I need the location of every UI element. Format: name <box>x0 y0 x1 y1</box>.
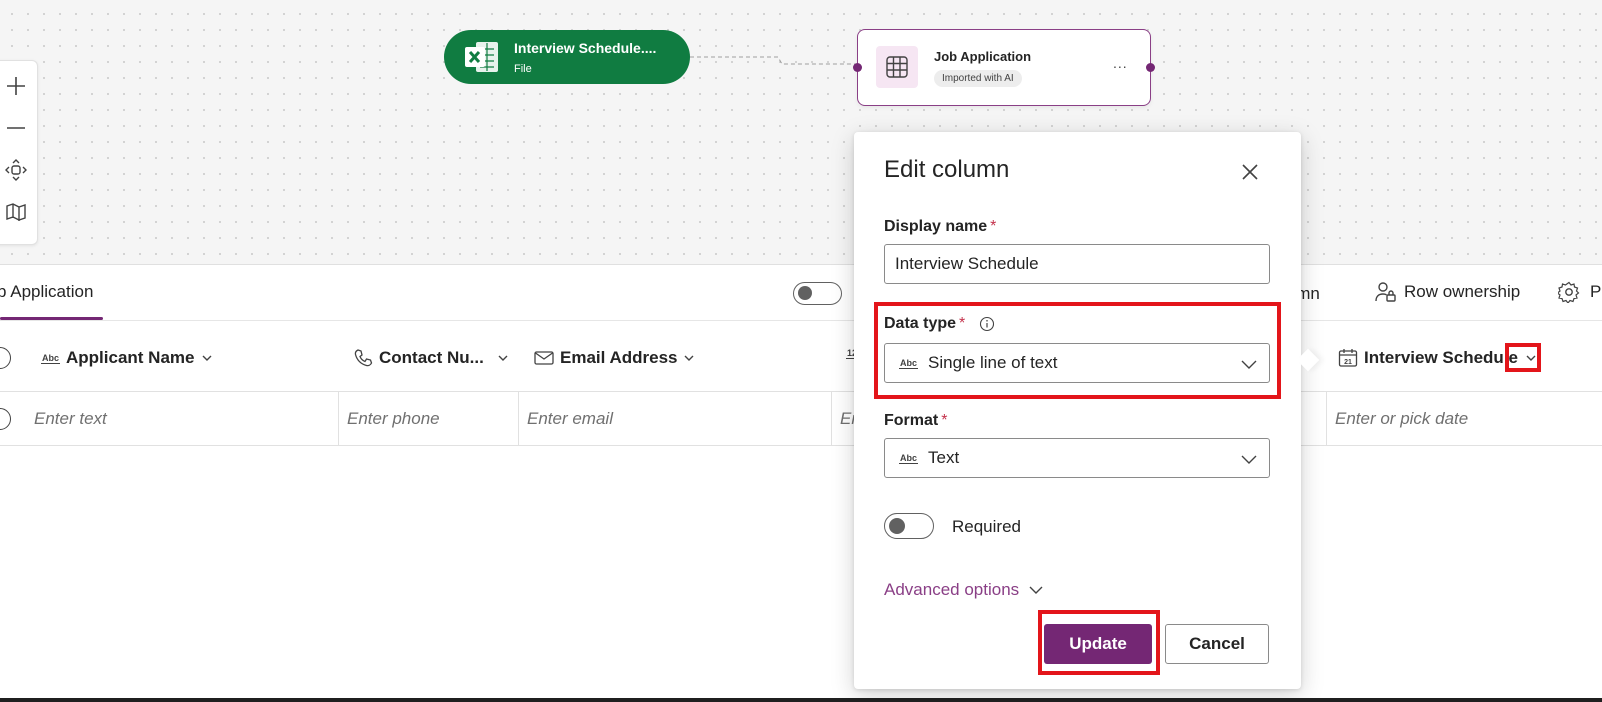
cell-interview-schedule[interactable]: Enter or pick date <box>1327 392 1602 446</box>
chevron-down-icon <box>1029 586 1043 594</box>
chevron-down-icon <box>684 355 694 361</box>
cell-placeholder: Enter email <box>527 409 613 428</box>
highlight-data-type <box>874 302 1281 399</box>
format-label-text: Format <box>884 412 939 429</box>
column-header-email-address[interactable]: Email Address <box>534 348 695 368</box>
svg-text:21: 21 <box>1344 359 1352 366</box>
zoom-toolbar <box>0 60 38 245</box>
close-icon[interactable] <box>1238 160 1262 184</box>
table-grid-icon <box>876 46 918 88</box>
table-toolbar: b Application lumn Row ownership Pr <box>0 266 1602 321</box>
cell-contact-number[interactable]: Enter phone <box>339 392 519 446</box>
highlight-column-chevron <box>1505 343 1541 372</box>
properties-button[interactable]: Pr <box>1558 281 1602 303</box>
chevron-down-icon <box>1241 455 1257 464</box>
active-tab-indicator <box>0 317 103 320</box>
column-header-label: Email Address <box>560 348 678 367</box>
table-header-row: Abc Applicant Name Contact Nu... Email A… <box>0 322 1602 392</box>
text-abc-icon: Abc <box>899 452 919 464</box>
chevron-down-icon <box>202 355 211 361</box>
format-dropdown[interactable]: Abc Text <box>884 438 1270 478</box>
gear-icon <box>1558 281 1580 303</box>
excel-icon <box>465 42 498 72</box>
column-header-label: Applicant Name <box>66 348 195 367</box>
properties-label: Pr <box>1590 282 1602 301</box>
column-header-applicant-name[interactable]: Abc Applicant Name <box>41 348 213 368</box>
table-node[interactable]: Job Application Imported with AI ... <box>853 29 1155 106</box>
display-name-label-text: Display name <box>884 218 988 235</box>
format-label: Format * <box>884 412 947 430</box>
column-header-label: Interview Schedule <box>1364 348 1518 367</box>
file-node-title: Interview Schedule.... <box>514 40 657 56</box>
diagram-canvas[interactable]: Interview Schedule.... File Job Applicat… <box>0 0 1602 265</box>
select-all-radio[interactable] <box>0 347 11 369</box>
column-header-contact-number[interactable]: Contact Nu... <box>353 348 510 368</box>
bottom-edge <box>0 698 1602 702</box>
table-node-title: Job Application <box>934 49 1032 64</box>
calendar-icon: 21 <box>1338 349 1358 367</box>
required-toggle[interactable] <box>884 513 934 539</box>
table-row: Enter text Enter phone Enter email En En… <box>0 392 1602 446</box>
required-label: Required <box>952 517 1021 536</box>
dialog-title: Edit column <box>884 156 1010 183</box>
chevron-down-icon <box>498 355 508 361</box>
input-port <box>853 63 862 72</box>
advanced-options-label: Advanced options <box>884 580 1020 599</box>
cell-email-address[interactable]: Enter email <box>519 392 832 446</box>
fit-view-icon[interactable] <box>1 155 31 185</box>
display-name-label: Display name * <box>884 218 996 236</box>
person-lock-icon <box>1375 282 1396 302</box>
format-value: Text <box>928 448 960 467</box>
column-header-label: Contact Nu... <box>379 348 484 367</box>
advanced-options-link[interactable]: Advanced options <box>884 580 1043 600</box>
tab-job-application[interactable]: b Application <box>0 282 93 302</box>
zoom-out-icon[interactable] <box>1 113 31 143</box>
more-options-icon[interactable]: ... <box>1113 55 1128 71</box>
connector-line <box>690 56 860 65</box>
file-node-subtitle: File <box>514 63 532 75</box>
cell-applicant-name[interactable]: Enter text <box>26 392 339 446</box>
output-port <box>1146 63 1155 72</box>
file-node[interactable]: Interview Schedule.... File <box>444 30 690 84</box>
phone-icon <box>354 349 373 367</box>
row-ownership-label: Row ownership <box>1404 282 1521 301</box>
mail-icon <box>534 351 554 365</box>
cell-placeholder: Enter or pick date <box>1335 409 1469 428</box>
highlight-update-button <box>1038 610 1160 675</box>
required-marker: * <box>990 218 997 235</box>
row-select-radio[interactable] <box>0 408 11 430</box>
cell-placeholder: Enter phone <box>347 409 440 428</box>
ai-import-badge: Imported with AI <box>934 70 1022 87</box>
cancel-button[interactable]: Cancel <box>1165 624 1269 664</box>
row-ownership-button[interactable]: Row ownership <box>1374 281 1520 303</box>
display-name-input[interactable] <box>884 244 1270 284</box>
view-toggle[interactable] <box>793 282 842 305</box>
map-icon[interactable] <box>1 197 31 227</box>
text-abc-icon: Abc <box>41 352 61 364</box>
cell-placeholder: Enter text <box>34 409 107 428</box>
zoom-in-icon[interactable] <box>1 71 31 101</box>
required-marker: * <box>941 412 948 429</box>
edit-column-dialog: Edit column Display name* Data type* Abc… <box>854 132 1320 689</box>
